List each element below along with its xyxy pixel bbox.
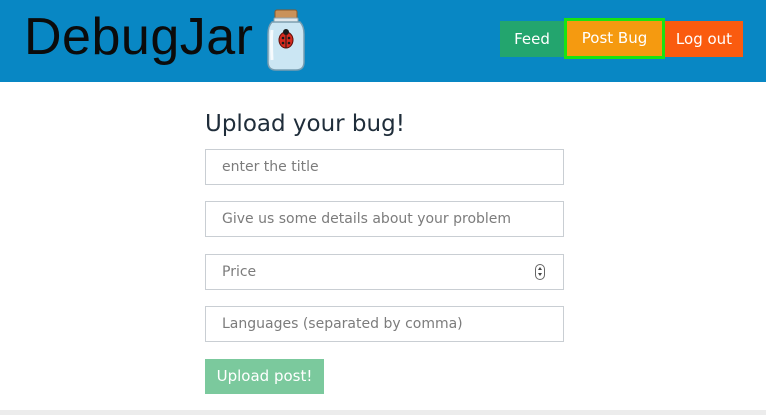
languages-input[interactable] [205,306,564,342]
page: DebugJar Feed Post Bug Log out Upload yo… [0,0,766,415]
footer-divider [0,410,766,415]
stepper-down-icon[interactable] [537,273,542,276]
price-stepper-icon[interactable] [535,264,545,280]
title-input[interactable] [205,149,564,185]
top-header: DebugJar Feed Post Bug Log out [0,0,766,82]
upload-post-button[interactable]: Upload post! [205,359,324,394]
feed-button[interactable]: Feed [500,21,564,57]
logout-button[interactable]: Log out [665,21,743,57]
price-input[interactable] [205,254,564,290]
post-bug-button[interactable]: Post Bug [564,18,665,59]
logo-text[interactable]: DebugJar [24,6,253,68]
jar-with-ladybug-icon[interactable] [262,8,310,72]
stepper-up-icon[interactable] [537,267,542,270]
details-input[interactable] [205,201,564,237]
form-heading: Upload your bug! [205,111,405,137]
